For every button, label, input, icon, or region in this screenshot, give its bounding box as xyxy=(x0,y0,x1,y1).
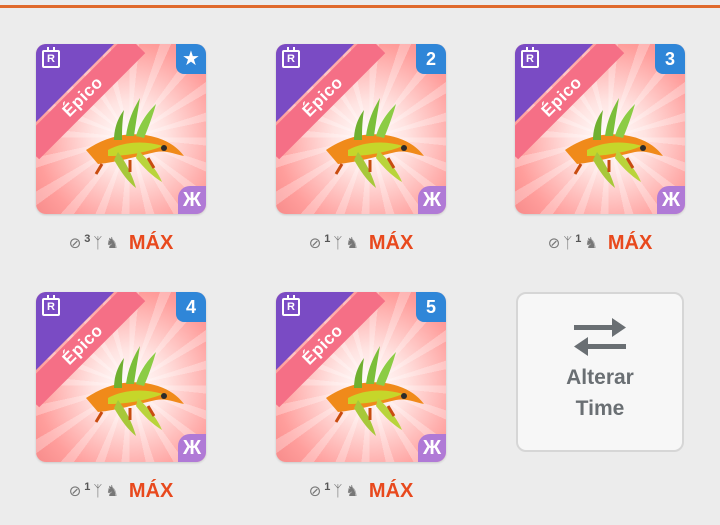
card-stats: ⊘ 3 ᛉ ♞ MÁX xyxy=(36,230,206,256)
card-stats: ⊘ 1 ᛉ ♞ MÁX xyxy=(36,478,206,504)
leaf-icon: ᛉ xyxy=(333,482,343,500)
swap-label-line2: Time xyxy=(575,397,625,420)
leaf-icon: ᛉ xyxy=(563,234,573,252)
swap-label-line1: Alterar xyxy=(566,366,634,389)
rarity-icon: R xyxy=(282,295,300,316)
leaf-icon: ᛉ xyxy=(333,234,343,252)
stat-count-pre: 3 xyxy=(84,233,91,245)
max-label: MÁX xyxy=(607,231,653,254)
rarity-icon: R xyxy=(42,47,60,68)
team-slot-1[interactable]: Épico R ★ Ж ⊘ 3 ᛉ ♞ MÁX xyxy=(36,44,206,256)
no-entry-icon: ⊘ xyxy=(308,483,322,500)
max-label: MÁX xyxy=(368,231,414,254)
horse-icon: ♞ xyxy=(105,483,119,500)
monster-card[interactable]: Épico R 4 Ж xyxy=(36,292,206,462)
element-icon: Ж xyxy=(178,186,206,214)
swap-team-button[interactable]: Alterar Time xyxy=(516,292,684,452)
team-slot-2[interactable]: Épico R 2 Ж ⊘ 1 ᛉ ♞ MÁX xyxy=(276,44,446,256)
stat-count-pre: 1 xyxy=(324,481,331,493)
team-slot-4[interactable]: Épico R 4 Ж ⊘ 1 ᛉ ♞ MÁX xyxy=(36,292,206,504)
dragon-creature-icon xyxy=(84,344,186,438)
card-stats: ⊘ 1 ᛉ ♞ MÁX xyxy=(276,478,446,504)
max-label: MÁX xyxy=(128,231,174,254)
monster-card[interactable]: Épico R 3 Ж xyxy=(515,44,685,214)
team-position-badge: 4 xyxy=(176,292,206,322)
horse-icon: ♞ xyxy=(345,483,359,500)
element-icon: Ж xyxy=(418,186,446,214)
leaf-icon: ᛉ xyxy=(93,482,103,500)
leader-star-icon: ★ xyxy=(176,44,206,74)
team-position-badge: 3 xyxy=(655,44,685,74)
no-entry-icon: ⊘ xyxy=(547,235,561,252)
team-slot-3[interactable]: Épico R 3 Ж ⊘ ᛉ 1 ♞ MÁX xyxy=(515,44,685,256)
rarity-icon: R xyxy=(282,47,300,68)
stat-count-post: 1 xyxy=(575,233,582,245)
stat-count-pre: 1 xyxy=(324,233,331,245)
stat-count-pre: 1 xyxy=(84,481,91,493)
dragon-creature-icon xyxy=(84,96,186,190)
max-label: MÁX xyxy=(128,479,174,502)
card-stats: ⊘ 1 ᛉ ♞ MÁX xyxy=(276,230,446,256)
team-position-badge: 2 xyxy=(416,44,446,74)
no-entry-icon: ⊘ xyxy=(68,483,82,500)
monster-card[interactable]: Épico R ★ Ж xyxy=(36,44,206,214)
card-stats: ⊘ ᛉ 1 ♞ MÁX xyxy=(515,230,685,256)
monster-card[interactable]: Épico R 5 Ж xyxy=(276,292,446,462)
swap-arrows-icon xyxy=(574,318,626,356)
horse-icon: ♞ xyxy=(345,235,359,252)
no-entry-icon: ⊘ xyxy=(308,235,322,252)
element-icon: Ж xyxy=(657,186,685,214)
monster-card[interactable]: Épico R 2 Ж xyxy=(276,44,446,214)
element-icon: Ж xyxy=(178,434,206,462)
top-divider xyxy=(0,0,720,8)
element-icon: Ж xyxy=(418,434,446,462)
no-entry-icon: ⊘ xyxy=(68,235,82,252)
leaf-icon: ᛉ xyxy=(93,234,103,252)
dragon-creature-icon xyxy=(324,96,426,190)
dragon-creature-icon xyxy=(324,344,426,438)
rarity-icon: R xyxy=(521,47,539,68)
team-slot-5[interactable]: Épico R 5 Ж ⊘ 1 ᛉ ♞ MÁX xyxy=(276,292,446,504)
horse-icon: ♞ xyxy=(105,235,119,252)
horse-icon: ♞ xyxy=(584,235,598,252)
team-position-badge: 5 xyxy=(416,292,446,322)
rarity-icon: R xyxy=(42,295,60,316)
max-label: MÁX xyxy=(368,479,414,502)
dragon-creature-icon xyxy=(563,96,665,190)
